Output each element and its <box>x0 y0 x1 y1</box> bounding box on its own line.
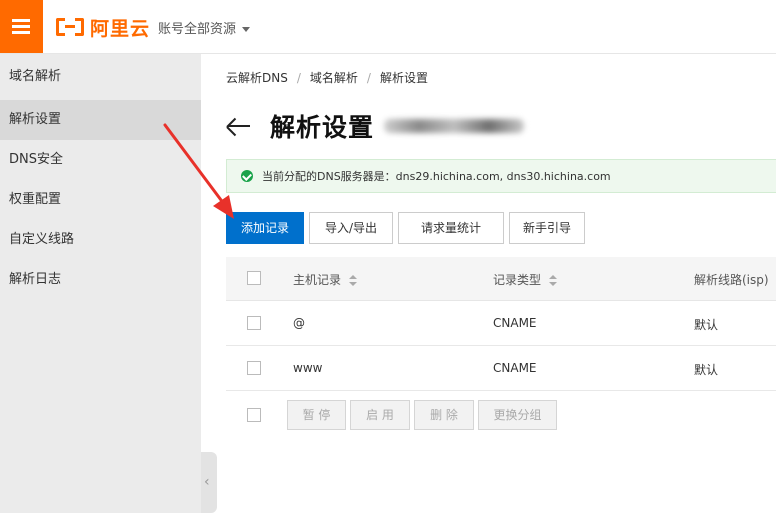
batch-actions-row: 暂 停 启 用 删 除 更换分组 <box>226 391 776 437</box>
account-resources-dropdown[interactable]: 账号全部资源 <box>158 18 251 37</box>
cell-type: CNAME <box>493 361 537 375</box>
cell-line: 默认 <box>694 363 719 377</box>
sidebar-item-label: 解析设置 <box>9 112 62 127</box>
records-table: 主机记录 记录类型 解析线路(isp) @ CNAME 默认 www CNAME… <box>226 257 776 437</box>
redacted-domain <box>384 113 534 139</box>
logo-text: 阿里云 <box>90 17 151 40</box>
delete-button[interactable]: 删 除 <box>414 400 474 430</box>
sidebar-item-weight-config[interactable]: 权重配置 <box>0 180 201 220</box>
cell-line: 默认 <box>694 318 719 332</box>
toolbar: 添加记录 导入/导出 请求量统计 新手引导 <box>226 212 590 244</box>
back-arrow-icon[interactable] <box>226 113 252 139</box>
cell-host: www <box>293 361 323 375</box>
top-bar: 阿里云 账号全部资源 <box>0 0 776 54</box>
select-all-checkbox[interactable] <box>247 271 261 285</box>
batch-select-checkbox[interactable] <box>247 408 261 422</box>
add-record-button[interactable]: 添加记录 <box>226 212 304 244</box>
chevron-left-icon: ‹ <box>204 474 210 490</box>
request-stats-button[interactable]: 请求量统计 <box>398 212 504 244</box>
menu-icon[interactable] <box>0 0 43 53</box>
check-circle-icon <box>241 170 253 182</box>
page-header: 解析设置 <box>226 106 534 146</box>
sidebar-item-label: 自定义线路 <box>9 232 75 247</box>
sidebar-item-label: 解析日志 <box>9 272 62 287</box>
aliyun-logo-icon <box>56 18 84 36</box>
sidebar-item-label: 权重配置 <box>9 192 62 207</box>
breadcrumb-link-cloud-dns[interactable]: 云解析DNS <box>226 71 288 85</box>
cell-host: @ <box>293 316 305 330</box>
sidebar-item-label: 域名解析 <box>9 69 62 84</box>
column-line: 解析线路(isp) <box>694 273 769 287</box>
sidebar-item-dns-logs[interactable]: 解析日志 <box>0 260 201 300</box>
row-checkbox[interactable] <box>247 361 261 375</box>
table-header: 主机记录 记录类型 解析线路(isp) <box>226 257 776 301</box>
import-export-button[interactable]: 导入/导出 <box>309 212 393 244</box>
breadcrumb: 云解析DNS / 域名解析 / 解析设置 <box>226 71 428 85</box>
cell-type: CNAME <box>493 316 537 330</box>
sort-icon <box>549 274 558 287</box>
notice-text: 当前分配的DNS服务器是：dns29.hichina.com, dns30.hi… <box>262 170 611 183</box>
dns-server-notice: 当前分配的DNS服务器是：dns29.hichina.com, dns30.hi… <box>226 159 776 193</box>
row-checkbox[interactable] <box>247 316 261 330</box>
guide-button[interactable]: 新手引导 <box>509 212 585 244</box>
sidebar-item-dns-security[interactable]: DNS安全 <box>0 140 201 180</box>
column-type-label: 记录类型 <box>493 273 542 287</box>
sidebar-item-domain-dns[interactable]: 域名解析 <box>0 54 201 100</box>
sort-icon <box>349 274 358 287</box>
column-host-label: 主机记录 <box>293 273 342 287</box>
pause-button[interactable]: 暂 停 <box>287 400 346 430</box>
sidebar-item-label: DNS安全 <box>9 152 63 167</box>
change-group-button[interactable]: 更换分组 <box>478 400 557 430</box>
breadcrumb-current: 解析设置 <box>379 71 428 85</box>
column-type[interactable]: 记录类型 <box>493 271 558 288</box>
caret-down-icon <box>242 27 251 32</box>
sidebar-item-dns-settings[interactable]: 解析设置 <box>0 100 201 140</box>
sidebar-collapse-handle[interactable]: ‹ <box>201 452 217 513</box>
sidebar: 域名解析 解析设置 DNS安全 权重配置 自定义线路 解析日志 <box>0 54 201 513</box>
table-row: @ CNAME 默认 <box>226 301 776 346</box>
breadcrumb-link-domain-dns[interactable]: 域名解析 <box>310 71 358 85</box>
aliyun-logo[interactable]: 阿里云 <box>56 16 151 40</box>
sidebar-item-custom-lines[interactable]: 自定义线路 <box>0 220 201 260</box>
enable-button[interactable]: 启 用 <box>350 400 410 430</box>
table-row: www CNAME 默认 <box>226 346 776 391</box>
column-host[interactable]: 主机记录 <box>293 271 358 288</box>
account-label: 账号全部资源 <box>158 22 237 37</box>
page-title: 解析设置 <box>270 113 375 142</box>
